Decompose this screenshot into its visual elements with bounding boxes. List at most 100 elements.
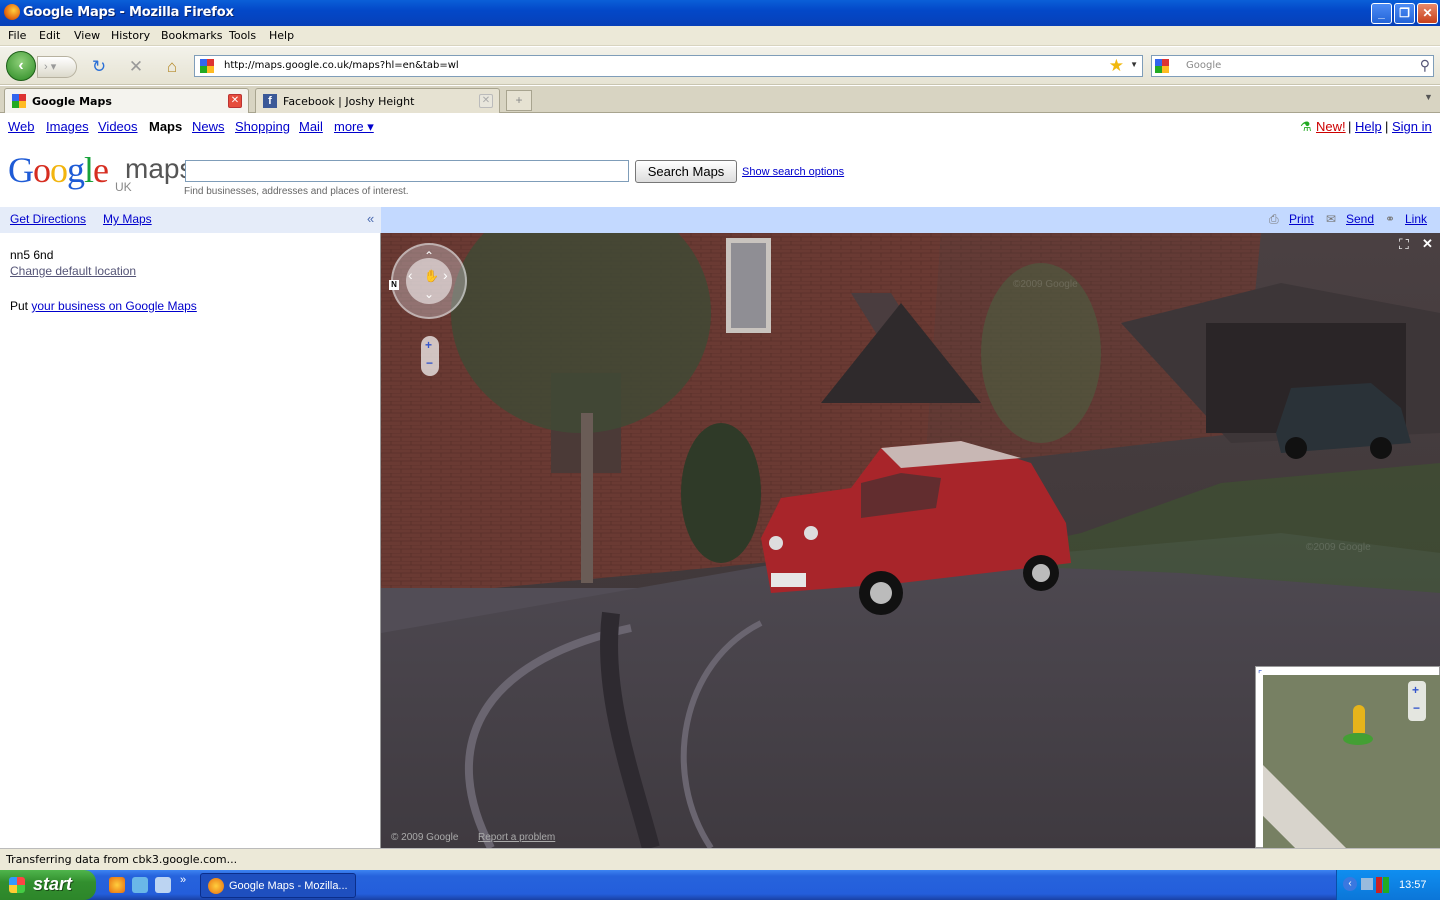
gbar-news[interactable]: News <box>192 119 225 134</box>
logo-region: UK <box>115 180 132 194</box>
firefox-quicklaunch-icon[interactable] <box>109 877 125 893</box>
gbar-maps[interactable]: Maps <box>149 119 182 134</box>
title-bar: Google Maps - Mozilla Firefox _ ❐ ✕ <box>0 0 1440 26</box>
zoom-in-icon[interactable]: + <box>425 338 432 352</box>
gbar-more[interactable]: more ▾ <box>334 119 374 135</box>
desktop-quicklaunch-icon[interactable] <box>155 877 171 893</box>
status-text: Transferring data from cbk3.google.com..… <box>6 853 238 866</box>
menu-tools[interactable]: Tools <box>229 29 256 42</box>
pan-down-icon[interactable]: ⌄ <box>424 287 434 301</box>
send-icon[interactable]: ✉ <box>1326 212 1336 226</box>
flask-icon: ⚗ <box>1300 119 1312 134</box>
minimap-zoom-in-icon[interactable]: + <box>1412 683 1419 697</box>
zoom-control[interactable]: + − <box>421 336 439 376</box>
menu-help[interactable]: Help <box>269 29 294 42</box>
search-icon[interactable]: ⚲ <box>1420 57 1430 74</box>
taskbar-item-label: Google Maps - Mozilla... <box>229 880 348 892</box>
map-toolbar: ⎙ Print ✉ Send ⚭ Link <box>381 207 1440 233</box>
business-promo: Put your business on Google Maps <box>10 299 197 313</box>
firefox-icon <box>208 878 224 894</box>
window-title: Google Maps - Mozilla Firefox <box>23 5 234 20</box>
report-problem-link[interactable]: Report a problem <box>478 832 555 843</box>
windows-flag-icon <box>9 877 25 893</box>
gbar-shopping[interactable]: Shopping <box>235 119 290 134</box>
new-tab-button[interactable]: + <box>506 90 532 111</box>
gbar-videos[interactable]: Videos <box>98 119 138 134</box>
street-view-panorama[interactable]: ⌃ ⌄ ‹ › ✋ N + − ⛶ ✕ ©2009 Google ©2009 G… <box>381 233 1440 848</box>
start-button[interactable]: start <box>0 870 96 900</box>
minimize-button[interactable]: _ <box>1371 3 1392 24</box>
send-link[interactable]: Send <box>1346 212 1374 226</box>
home-icon[interactable]: ⌂ <box>161 56 183 78</box>
collapse-panel-icon[interactable]: « <box>367 211 374 226</box>
close-button[interactable]: ✕ <box>1417 3 1438 24</box>
gbar-signin[interactable]: Sign in <box>1392 119 1432 134</box>
menu-view[interactable]: View <box>74 29 100 42</box>
tab-google-maps[interactable]: Google Maps ✕ <box>4 88 249 113</box>
tab-list-icon[interactable]: ▼ <box>1424 92 1433 102</box>
pan-left-icon[interactable]: ‹ <box>408 267 413 283</box>
pan-up-icon[interactable]: ⌃ <box>424 249 434 263</box>
google-bar: Web Images Videos Maps News Shopping Mai… <box>0 114 1440 140</box>
overview-minimap[interactable]: ⌜ + − <box>1255 666 1440 848</box>
tab-label: Facebook | Joshy Height <box>283 95 415 108</box>
zoom-out-icon[interactable]: − <box>426 356 433 370</box>
search-maps-button[interactable]: Search Maps <box>635 160 737 183</box>
link-link[interactable]: Link <box>1405 212 1427 226</box>
status-bar: Transferring data from cbk3.google.com..… <box>0 848 1440 870</box>
close-streetview-icon[interactable]: ✕ <box>1422 236 1433 252</box>
tab-facebook[interactable]: f Facebook | Joshy Height ✕ <box>255 88 500 113</box>
browser-window: Google Maps - Mozilla Firefox _ ❐ ✕ File… <box>0 0 1440 900</box>
menu-edit[interactable]: Edit <box>39 29 60 42</box>
minimap-resize-icon[interactable]: ⌜ <box>1258 669 1262 680</box>
print-icon[interactable]: ⎙ <box>1269 212 1279 227</box>
link-icon[interactable]: ⚭ <box>1385 212 1395 226</box>
network-icon[interactable] <box>1361 878 1373 890</box>
get-directions-link[interactable]: Get Directions <box>10 212 86 226</box>
my-maps-link[interactable]: My Maps <box>103 212 152 226</box>
tray-expand-icon[interactable]: ‹ <box>1343 877 1357 891</box>
tab-label: Google Maps <box>32 95 112 108</box>
gbar-help[interactable]: Help <box>1355 119 1382 134</box>
menu-file[interactable]: File <box>8 29 26 42</box>
fullscreen-icon[interactable]: ⛶ <box>1399 236 1409 253</box>
hand-icon[interactable]: ✋ <box>424 269 439 283</box>
menu-bookmarks[interactable]: Bookmarks <box>161 29 222 42</box>
minimap-zoom-out-icon[interactable]: − <box>1413 701 1420 715</box>
compass-north-marker: N <box>389 280 399 290</box>
stop-icon[interactable]: ✕ <box>125 56 147 78</box>
change-default-location-link[interactable]: Change default location <box>10 264 136 278</box>
restore-button[interactable]: ❐ <box>1394 3 1415 24</box>
gbar-images[interactable]: Images <box>46 119 89 134</box>
maps-search-input[interactable] <box>185 160 629 182</box>
pegman-icon[interactable] <box>1353 705 1365 733</box>
forward-button[interactable]: › ▾ <box>37 56 77 78</box>
gbar-web[interactable]: Web <box>8 119 35 134</box>
pan-right-icon[interactable]: › <box>443 267 448 283</box>
print-link[interactable]: Print <box>1289 212 1314 226</box>
url-text[interactable]: http://maps.google.co.uk/maps?hl=en&tab=… <box>224 60 459 71</box>
gbar-new[interactable]: New! <box>1316 119 1346 134</box>
minimap-zoom[interactable]: + − <box>1408 681 1426 721</box>
taskbar-item-firefox[interactable]: Google Maps - Mozilla... <box>200 873 356 898</box>
navigation-compass[interactable]: ⌃ ⌄ ‹ › ✋ N <box>389 243 467 319</box>
tab-close-icon[interactable]: ✕ <box>228 94 242 108</box>
bookmark-star-icon[interactable]: ★ <box>1109 56 1124 76</box>
site-favicon <box>200 59 214 73</box>
reload-icon[interactable]: ↻ <box>88 56 110 78</box>
search-engine-icon[interactable] <box>1155 59 1169 73</box>
url-bar[interactable]: http://maps.google.co.uk/maps?hl=en&tab=… <box>194 55 1143 77</box>
tray-app-icon[interactable] <box>1383 877 1389 893</box>
messenger-quicklaunch-icon[interactable] <box>132 877 148 893</box>
gbar-mail[interactable]: Mail <box>299 119 323 134</box>
tab-close-icon[interactable]: ✕ <box>479 94 493 108</box>
tray-app-icon[interactable] <box>1376 877 1382 893</box>
quicklaunch-more-icon[interactable]: » <box>180 874 186 886</box>
back-button[interactable]: ‹ <box>6 51 36 81</box>
browser-search-box[interactable]: Google ⚲ <box>1151 55 1434 77</box>
show-search-options-link[interactable]: Show search options <box>742 166 844 178</box>
business-link[interactable]: your business on Google Maps <box>31 299 196 313</box>
google-maps-logo[interactable]: Google maps UK <box>8 150 193 194</box>
url-dropdown-icon[interactable]: ▼ <box>1130 60 1138 69</box>
menu-history[interactable]: History <box>111 29 150 42</box>
